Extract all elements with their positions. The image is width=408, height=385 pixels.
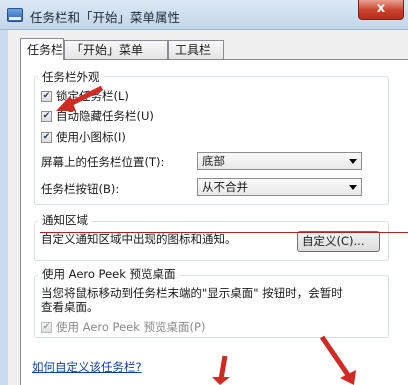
tab-taskbar[interactable]: 任务栏 (20, 38, 64, 60)
annotation-arrow-shaft (319, 335, 351, 377)
annotation-arrow-head (212, 377, 230, 385)
annotation-arrow-head (56, 96, 76, 111)
annotation-arrow-shaft (218, 355, 228, 380)
